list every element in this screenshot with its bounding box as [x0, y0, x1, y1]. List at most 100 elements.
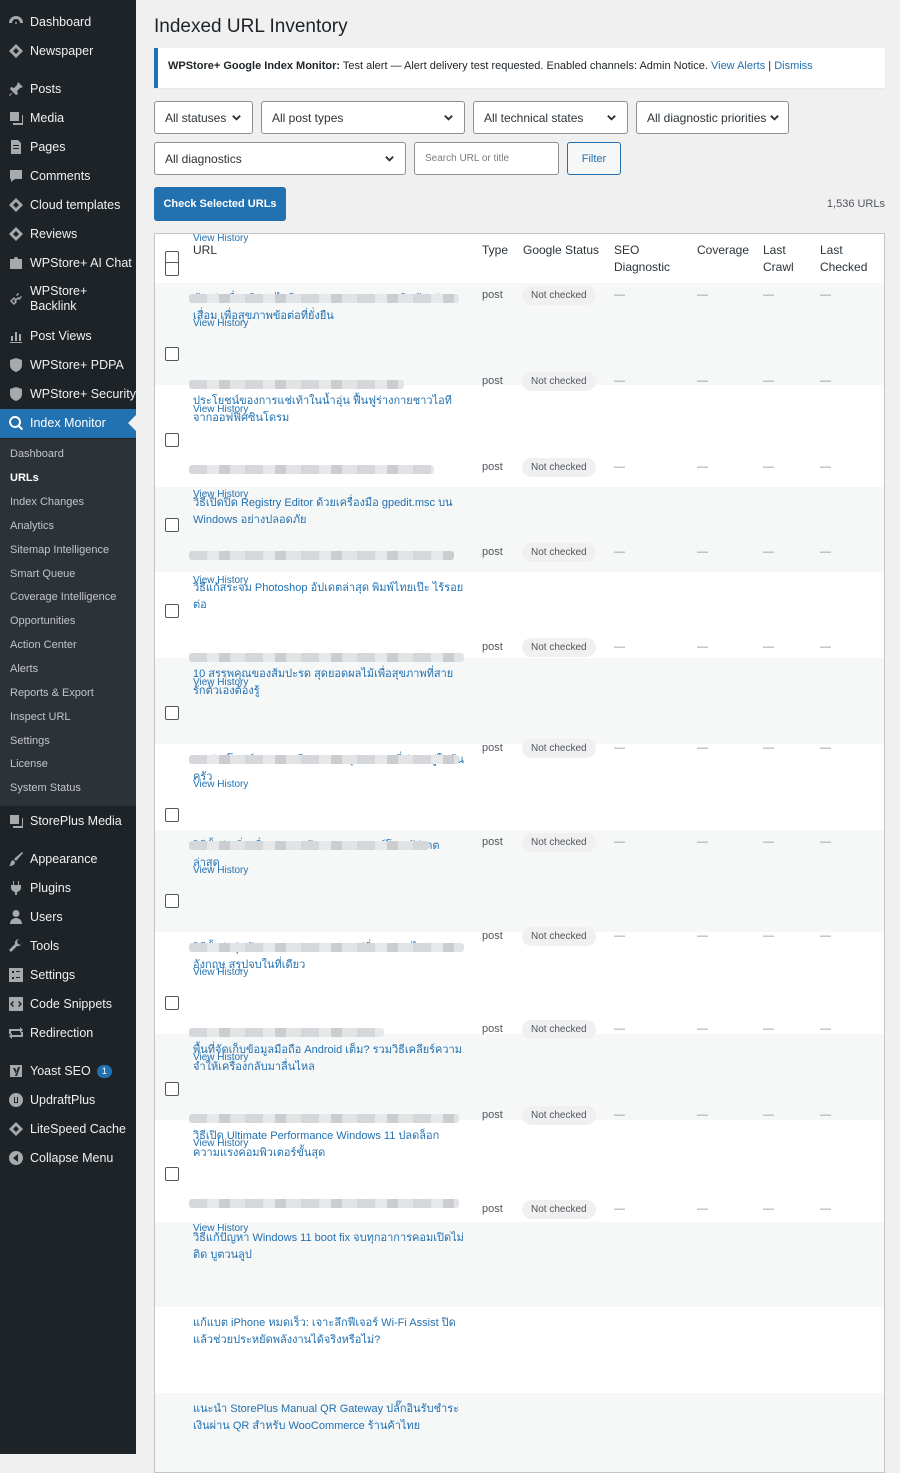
- row-checkbox[interactable]: [165, 518, 179, 532]
- submenu-item-system-status[interactable]: System Status: [10, 782, 81, 794]
- sidebar-item-comments[interactable]: Comments: [0, 162, 136, 191]
- table-row: แนะนำ StorePlus Manual QR Gateway ปลั๊กอ…: [155, 1167, 884, 1472]
- sidebar-item-posts[interactable]: Posts: [0, 75, 136, 104]
- last-crawl-value: —: [763, 742, 774, 754]
- sidebar-item-appearance[interactable]: Appearance: [0, 845, 136, 874]
- submenu-item-coverage-intelligence[interactable]: Coverage Intelligence: [10, 591, 116, 603]
- sidebar-item-wpstore-security[interactable]: WPStore+ Security: [0, 380, 136, 409]
- submenu-item-action-center[interactable]: Action Center: [10, 639, 77, 651]
- post-type: post: [482, 1023, 503, 1035]
- sidebar-item-settings[interactable]: Settings: [0, 961, 136, 990]
- row-checkbox[interactable]: [165, 894, 179, 908]
- col-header-google-status: Google Status: [523, 243, 600, 257]
- sidebar-item-litespeed-cache[interactable]: LiteSpeed Cache: [0, 1115, 136, 1144]
- sidebar-item-pages[interactable]: Pages: [0, 133, 136, 162]
- submenu-item-alerts[interactable]: Alerts: [10, 663, 38, 675]
- row-checkbox[interactable]: [165, 347, 179, 361]
- row-checkbox[interactable]: [165, 996, 179, 1010]
- user-icon: [10, 910, 22, 924]
- priority-filter-select[interactable]: All diagnostic priorities: [636, 101, 789, 134]
- sidebar-item-wpstore-pdpa[interactable]: WPStore+ PDPA: [0, 351, 136, 380]
- google-status-badge: Not checked: [522, 739, 596, 758]
- sidebar-item-dashboard[interactable]: Dashboard: [0, 8, 136, 37]
- url-title-link[interactable]: วิธีแก้ปัญหา Windows 11 boot fix จบทุกอา…: [193, 1230, 465, 1264]
- sidebar-item-users[interactable]: Users: [0, 903, 136, 932]
- redacted-url: [189, 465, 434, 474]
- view-history-link[interactable]: View History: [193, 404, 248, 415]
- coverage-value: —: [697, 1203, 708, 1215]
- view-history-link[interactable]: View History: [193, 575, 248, 586]
- sidebar-item-collapse-menu[interactable]: Collapse Menu: [0, 1144, 136, 1173]
- post-type: post: [482, 1109, 503, 1121]
- view-history-link[interactable]: View History: [193, 1223, 248, 1234]
- sidebar-item-label: Dashboard: [30, 14, 92, 29]
- row-checkbox[interactable]: [165, 1167, 179, 1181]
- submenu-item-reports-export[interactable]: Reports & Export: [10, 687, 94, 699]
- submenu-item-settings[interactable]: Settings: [10, 735, 50, 747]
- view-history-link[interactable]: View History: [193, 677, 248, 688]
- sidebar-item-wpstore-ai-chat[interactable]: WPStore+ AI Chat: [0, 249, 136, 278]
- search-input[interactable]: [414, 142, 559, 175]
- url-title-link[interactable]: แนะนำ StorePlus Manual QR Gateway ปลั๊กอ…: [193, 1401, 465, 1435]
- sidebar-item-reviews[interactable]: Reviews: [0, 220, 136, 249]
- submenu-item-index-changes[interactable]: Index Changes: [10, 496, 84, 508]
- url-title-link[interactable]: วิธีเปิดปิด Registry Editor ด้วยเครื่องม…: [193, 495, 465, 529]
- sidebar-item-wpstore-backlink[interactable]: WPStore+ Backlink: [0, 279, 136, 319]
- row-checkbox[interactable]: [165, 262, 179, 276]
- sidebar-item-label: Users: [30, 909, 63, 924]
- row-checkbox[interactable]: [165, 808, 179, 822]
- sidebar-item-index-monitor[interactable]: Index Monitor: [0, 408, 136, 438]
- redacted-url: [189, 380, 404, 389]
- sidebar-item-tools[interactable]: Tools: [0, 932, 136, 961]
- puzzle-icon: [10, 257, 22, 269]
- col-header-coverage: Coverage: [697, 243, 750, 257]
- submenu-item-opportunities[interactable]: Opportunities: [10, 615, 75, 627]
- post-type-filter-select[interactable]: All post types: [261, 101, 465, 134]
- sidebar-item-plugins[interactable]: Plugins: [0, 874, 136, 903]
- view-history-link[interactable]: View History: [193, 489, 248, 500]
- view-history-link[interactable]: View History: [193, 779, 248, 790]
- submenu-item-analytics[interactable]: Analytics: [10, 520, 54, 532]
- diagnostic-filter-select[interactable]: All diagnostics: [154, 142, 406, 175]
- sidebar-item-storeplus-media[interactable]: StorePlus Media: [0, 807, 136, 836]
- sidebar-item-updraftplus[interactable]: UpdraftPlus: [0, 1086, 136, 1115]
- dismiss-link[interactable]: Dismiss: [774, 60, 813, 72]
- submenu-item-dashboard[interactable]: Dashboard: [10, 448, 64, 460]
- submenu-item-license[interactable]: License: [10, 758, 48, 770]
- sidebar-item-newspaper[interactable]: Newspaper: [0, 37, 136, 66]
- technical-state-filter-select[interactable]: All technical states: [473, 101, 628, 134]
- view-history-link[interactable]: View History: [193, 318, 248, 329]
- view-history-link[interactable]: View History: [193, 234, 248, 244]
- diamond-icon: [9, 44, 23, 58]
- url-title-link[interactable]: แก้แบต iPhone หมดเร็ว: เจาะลึกฟีเจอร์ Wi…: [193, 1315, 465, 1349]
- view-history-link[interactable]: View History: [193, 1138, 248, 1149]
- sidebar-item-cloud-templates[interactable]: Cloud templates: [0, 191, 136, 220]
- submenu-item-urls[interactable]: URLs: [10, 472, 39, 484]
- check-selected-urls-button[interactable]: Check Selected URLs: [154, 187, 286, 221]
- submenu-item-smart-queue[interactable]: Smart Queue: [10, 568, 75, 580]
- google-status-badge: Not checked: [522, 638, 596, 657]
- sidebar-item-media[interactable]: Media: [0, 104, 136, 133]
- status-filter-select[interactable]: All statuses: [154, 101, 253, 134]
- row-checkbox[interactable]: [165, 706, 179, 720]
- sidebar-item-redirection[interactable]: Redirection: [0, 1019, 136, 1048]
- submenu-item-sitemap-intelligence[interactable]: Sitemap Intelligence: [10, 544, 109, 556]
- row-checkbox[interactable]: [165, 433, 179, 447]
- view-history-link[interactable]: View History: [193, 865, 248, 876]
- sidebar-item-code-snippets[interactable]: Code Snippets: [0, 990, 136, 1019]
- sidebar-item-post-views[interactable]: Post Views: [0, 322, 136, 351]
- shield-icon: [10, 358, 22, 372]
- view-history-link[interactable]: View History: [193, 1052, 248, 1063]
- filter-button[interactable]: Filter: [567, 142, 621, 175]
- post-type: post: [482, 836, 503, 848]
- coverage-value: —: [697, 836, 708, 848]
- row-checkbox[interactable]: [165, 604, 179, 618]
- sidebar-item-yoast-seo[interactable]: Yoast SEO 1: [0, 1057, 136, 1086]
- diamond-icon: [9, 227, 23, 241]
- view-history-link[interactable]: View History: [193, 967, 248, 978]
- yoast-icon: [10, 1065, 22, 1077]
- google-status-badge: Not checked: [522, 1020, 596, 1039]
- row-checkbox[interactable]: [165, 1082, 179, 1096]
- view-alerts-link[interactable]: View Alerts: [711, 60, 765, 72]
- submenu-item-inspect-url[interactable]: Inspect URL: [10, 711, 71, 723]
